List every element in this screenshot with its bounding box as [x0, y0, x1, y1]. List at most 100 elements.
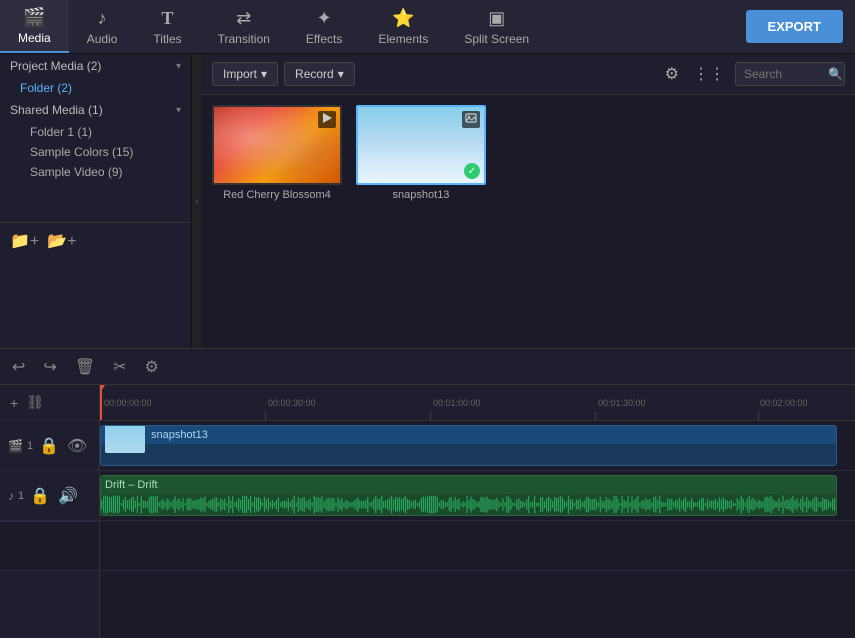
timeline-add-row: + ⛓ — [0, 385, 99, 421]
sidebar-item-shared-media[interactable]: Shared Media (1) ▾ — [0, 98, 191, 122]
audio-track-label-1: ♪ 1 🔒 🔊 — [0, 471, 99, 521]
playhead-triangle — [100, 385, 105, 393]
record-button[interactable]: Record ▾ — [284, 62, 355, 86]
video-clip-label: snapshot13 — [151, 429, 208, 441]
nav-item-splitscreen[interactable]: ▣ Split Screen — [446, 0, 547, 53]
audio-clip-label: Drift – Drift — [105, 479, 158, 491]
cut-button[interactable]: ✂ — [111, 355, 128, 379]
top-navigation: 🎬 Media ♪ Audio T Titles ⇄ Transition ✦ … — [0, 0, 855, 54]
sidebar-item-project-media[interactable]: Project Media (2) ▾ — [0, 54, 191, 78]
nav-label-effects: Effects — [306, 32, 342, 46]
audio-track-1: Drift – Drift — [100, 471, 855, 521]
effects-icon: ✦ — [317, 8, 332, 29]
timeline-right: 00:00:00:00 00:00:30:00 00:01:00:00 00:0… — [100, 385, 855, 638]
search-input[interactable] — [744, 67, 824, 81]
nav-label-titles: Titles — [153, 32, 181, 46]
undo-button[interactable]: ↩ — [10, 355, 27, 379]
image-badge — [462, 111, 480, 128]
video-lock-button[interactable]: 🔒 — [37, 434, 61, 458]
video-track-1: snapshot13 — [100, 421, 855, 471]
nav-label-splitscreen: Split Screen — [464, 32, 529, 46]
sidebar-item-folder[interactable]: Folder (2) — [0, 78, 191, 98]
timeline-toolbar: ↩ ↪ 🗑 ✂ ⚙ — [0, 349, 855, 385]
media-grid: Red Cherry Blossom4 ✓ snapshot13 — [202, 95, 855, 348]
import-chevron-icon: ▾ — [261, 67, 267, 81]
media-icon: 🎬 — [23, 7, 45, 28]
add-folder-button[interactable]: 📁+ — [10, 231, 39, 251]
export-button[interactable]: EXPORT — [746, 10, 843, 43]
import-label: Import — [223, 67, 257, 81]
redo-button[interactable]: ↪ — [41, 355, 58, 379]
selected-check-icon: ✓ — [464, 163, 480, 179]
add-track-button[interactable]: + — [8, 393, 20, 413]
adjust-button[interactable]: ⚙ — [143, 355, 161, 379]
video-track-icon: 🎬 — [8, 439, 23, 453]
timeline-body: + ⛓ 🎬 1 🔒 👁 ♪ 1 🔒 🔊 — [0, 385, 855, 638]
snapshot-thumbnail: ✓ — [356, 105, 486, 185]
media-item-snapshot[interactable]: ✓ snapshot13 — [356, 105, 486, 338]
nav-item-effects[interactable]: ✦ Effects — [288, 0, 360, 53]
empty-track-label — [0, 521, 99, 571]
nav-label-transition: Transition — [218, 32, 270, 46]
nav-item-titles[interactable]: T Titles — [135, 0, 199, 53]
transition-icon: ⇄ — [236, 8, 251, 29]
nav-item-elements[interactable]: ⭐ Elements — [360, 0, 446, 53]
link-button[interactable]: ⛓ — [24, 392, 46, 413]
nav-label-elements: Elements — [378, 32, 428, 46]
delete-button[interactable]: 🗑 — [73, 355, 97, 379]
record-label: Record — [295, 67, 334, 81]
audio-clip-header: Drift – Drift — [101, 476, 836, 494]
audio-lock-button[interactable]: 🔒 — [28, 484, 52, 508]
sidebar-item-sample-video[interactable]: Sample Video (9) — [0, 162, 191, 182]
collapse-icon: ‹ — [195, 196, 198, 207]
cherry-label: Red Cherry Blossom4 — [223, 189, 331, 201]
sidebar-collapse-handle[interactable]: ‹ — [192, 54, 202, 348]
nav-item-media[interactable]: 🎬 Media — [0, 0, 69, 53]
empty-track — [100, 521, 855, 571]
sidebar-item-sample-colors[interactable]: Sample Colors (15) — [0, 142, 191, 162]
record-chevron-icon: ▾ — [338, 67, 344, 81]
search-container: 🔍 — [735, 62, 845, 86]
grid-view-button[interactable]: ⋮⋮ — [689, 60, 729, 88]
nav-label-media: Media — [18, 31, 51, 45]
titles-icon: T — [162, 8, 174, 29]
audio-volume-button[interactable]: 🔊 — [56, 484, 80, 508]
snapshot-label: snapshot13 — [393, 189, 450, 201]
ruler-mark-1: 00:00:30:00 — [268, 398, 316, 408]
timeline-ruler: 00:00:00:00 00:00:30:00 00:01:00:00 00:0… — [100, 385, 855, 421]
audio-clip-drift[interactable]: Drift – Drift — [100, 475, 837, 516]
timeline-area: ↩ ↪ 🗑 ✂ ⚙ + ⛓ 🎬 1 🔒 👁 ♪ 1 🔒 🔊 — [0, 348, 855, 638]
nav-item-audio[interactable]: ♪ Audio — [69, 0, 136, 53]
media-item-cherry[interactable]: Red Cherry Blossom4 — [212, 105, 342, 338]
timeline-track-labels: + ⛓ 🎬 1 🔒 👁 ♪ 1 🔒 🔊 — [0, 385, 100, 638]
waveform-svg — [101, 494, 836, 515]
video-visibility-button[interactable]: 👁 — [65, 434, 89, 458]
audio-icon: ♪ — [98, 8, 107, 29]
chevron-down-icon: ▾ — [176, 61, 181, 72]
ruler-mark-4: 00:02:00:00 — [760, 398, 808, 408]
main-content-area: Project Media (2) ▾ Folder (2) Shared Me… — [0, 54, 855, 348]
video-clip-header: snapshot13 — [101, 426, 836, 444]
ruler-mark-0: 00:00:00:00 — [104, 398, 152, 408]
playhead — [100, 385, 102, 420]
ruler-tick-2 — [430, 412, 431, 420]
nav-label-audio: Audio — [87, 32, 118, 46]
nav-item-transition[interactable]: ⇄ Transition — [200, 0, 288, 53]
splitscreen-icon: ▣ — [488, 8, 505, 29]
cherry-thumbnail — [212, 105, 342, 185]
audio-track-icon: ♪ — [8, 489, 14, 503]
sidebar-item-folder1[interactable]: Folder 1 (1) — [0, 122, 191, 142]
video-clip-snapshot[interactable]: snapshot13 — [100, 425, 837, 466]
ruler-mark-2: 00:01:00:00 — [433, 398, 481, 408]
ruler-tick-1 — [265, 412, 266, 420]
filter-button[interactable]: ⚙ — [661, 60, 683, 88]
add-smart-folder-button[interactable]: 📂+ — [47, 231, 76, 251]
video-track-number: 1 — [27, 440, 33, 452]
media-panel: Import ▾ Record ▾ ⚙ ⋮⋮ 🔍 — [202, 54, 855, 348]
ruler-mark-3: 00:01:30:00 — [598, 398, 646, 408]
search-icon: 🔍 — [828, 67, 843, 81]
import-button[interactable]: Import ▾ — [212, 62, 278, 86]
chevron-down-icon-2: ▾ — [176, 105, 181, 116]
elements-icon: ⭐ — [392, 8, 414, 29]
sidebar: Project Media (2) ▾ Folder (2) Shared Me… — [0, 54, 192, 348]
